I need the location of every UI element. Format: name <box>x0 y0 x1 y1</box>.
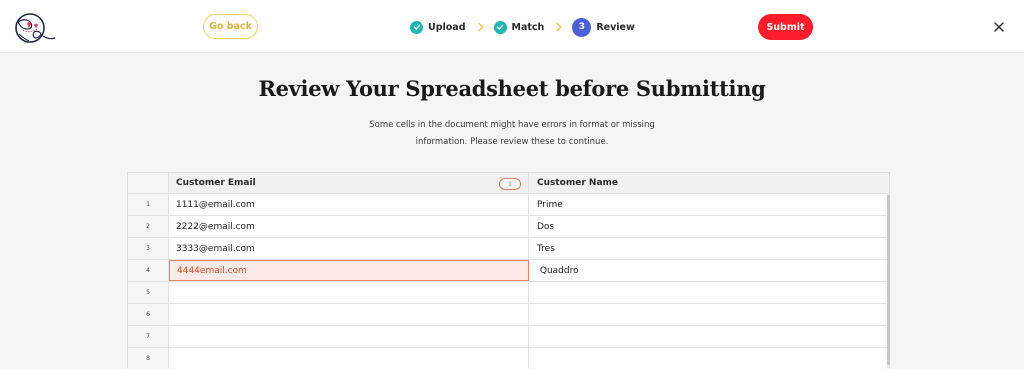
page-subtitle: Some cells in the document might have er… <box>369 120 655 147</box>
row-number: 5 <box>128 282 169 303</box>
row-number: 6 <box>128 304 169 325</box>
top-bar: Go back Upload Match 3 Review Submit <box>0 0 1024 53</box>
email-cell[interactable] <box>169 348 529 369</box>
chevron-right-icon <box>556 22 563 32</box>
name-cell[interactable] <box>529 282 889 303</box>
row-number: 3 <box>128 238 169 259</box>
scrollbar-thumb[interactable] <box>887 195 890 365</box>
check-icon <box>493 20 507 34</box>
email-cell[interactable] <box>169 326 529 347</box>
step-number-badge: 3 <box>572 17 592 37</box>
table-row: 4 4444email.com Quaddro <box>128 260 889 282</box>
email-cell[interactable] <box>169 282 529 303</box>
row-number: 8 <box>128 348 169 369</box>
email-cell[interactable]: 1111@email.com <box>169 194 529 215</box>
table-header-row: Customer Email 1 Customer Name <box>128 173 889 194</box>
step-label-review: Review <box>596 21 635 33</box>
email-cell[interactable] <box>169 304 529 325</box>
email-cell[interactable]: 2222@email.com <box>169 216 529 237</box>
name-cell[interactable]: Prime <box>529 194 889 215</box>
table-row: 1 1111@email.com Prime <box>128 194 889 216</box>
table-row: 7 <box>128 326 889 348</box>
table-row: 3 3333@email.com Tres <box>128 238 889 260</box>
row-number: 2 <box>128 216 169 237</box>
step-review: 3 Review <box>572 17 635 37</box>
table-row: 6 <box>128 304 889 326</box>
name-cell[interactable] <box>529 326 889 347</box>
step-upload: Upload <box>410 20 466 34</box>
globe-pin-logo-icon[interactable] <box>9 8 57 48</box>
column-header-customer-email[interactable]: Customer Email <box>169 173 529 193</box>
step-match: Match <box>493 20 545 34</box>
submit-button[interactable]: Submit <box>758 14 813 40</box>
review-table: Customer Email 1 Customer Name 1 1111@em… <box>127 172 890 369</box>
row-number: 7 <box>128 326 169 347</box>
table-row: 8 <box>128 348 889 369</box>
name-cell[interactable]: Tres <box>529 238 889 259</box>
email-cell-error[interactable]: 4444email.com <box>169 260 529 281</box>
error-count-badge[interactable]: 1 <box>499 178 521 190</box>
step-label-match: Match <box>511 21 545 33</box>
row-number: 1 <box>128 194 169 215</box>
table-row: 5 <box>128 282 889 304</box>
page-title: Review Your Spreadsheet before Submittin… <box>258 76 766 101</box>
progress-steps: Upload Match 3 Review <box>410 17 635 37</box>
check-icon <box>410 20 423 34</box>
name-cell[interactable]: Dos <box>529 216 889 237</box>
step-label-upload: Upload <box>428 21 466 33</box>
email-cell[interactable]: 3333@email.com <box>169 238 529 259</box>
name-cell[interactable] <box>529 348 889 369</box>
row-number: 4 <box>128 260 169 281</box>
row-number-header <box>128 173 169 193</box>
table-row: 2 2222@email.com Dos <box>128 216 889 238</box>
column-header-customer-name[interactable]: Customer Name <box>529 173 889 193</box>
name-cell[interactable] <box>529 304 889 325</box>
chevron-right-icon <box>477 22 484 32</box>
go-back-button[interactable]: Go back <box>203 14 258 39</box>
close-icon[interactable] <box>992 20 1006 34</box>
name-cell[interactable]: Quaddro <box>529 260 889 281</box>
